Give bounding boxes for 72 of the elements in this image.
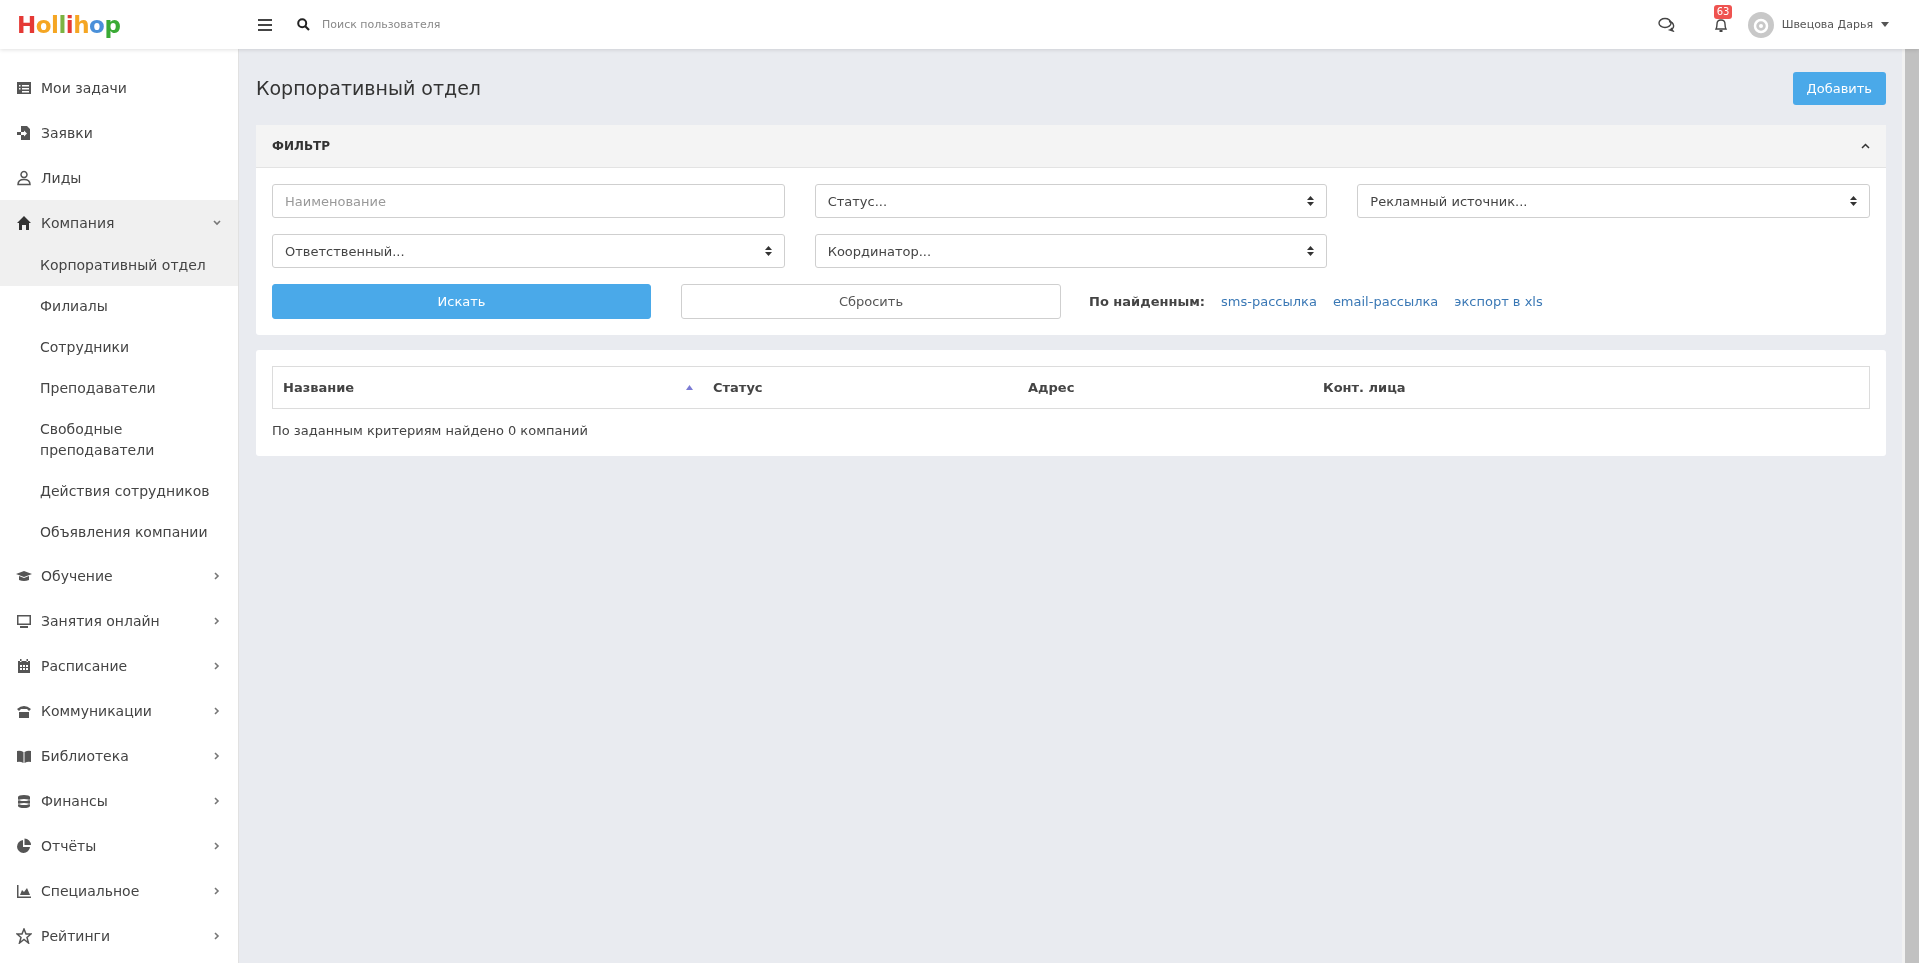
menu-item-icon bbox=[16, 837, 32, 854]
chevron-icon bbox=[213, 706, 221, 715]
sidebar-item[interactable]: Расписание bbox=[0, 643, 238, 688]
menu-item-icon bbox=[16, 612, 32, 629]
submenu-item[interactable]: Филиалы bbox=[0, 286, 238, 327]
logo[interactable]: Hollihop bbox=[0, 11, 238, 38]
page-title: Корпоративный отдел bbox=[256, 77, 481, 99]
sidebar-item[interactable]: Отчёты bbox=[0, 823, 238, 868]
sidebar-item[interactable]: Заявки bbox=[0, 110, 238, 155]
chevron-icon bbox=[213, 931, 221, 940]
submenu-item[interactable]: Корпоративный отдел bbox=[0, 245, 238, 286]
sidebar-item[interactable]: Компания bbox=[0, 200, 238, 245]
action-link[interactable]: email-рассылка bbox=[1332, 294, 1439, 309]
menu-item-icon bbox=[16, 882, 32, 899]
sidebar-item[interactable]: Занятия онлайн bbox=[0, 598, 238, 643]
submenu-item[interactable]: Преподаватели bbox=[0, 368, 238, 409]
submenu-item[interactable]: Свободные преподаватели bbox=[0, 409, 238, 471]
filter-header[interactable]: ФИЛЬТР bbox=[256, 125, 1886, 168]
chevron-icon bbox=[213, 571, 221, 580]
sidebar-item[interactable]: Мои задачи bbox=[0, 65, 238, 110]
user-name[interactable]: Швецова Дарья bbox=[1781, 18, 1873, 31]
column-header[interactable]: Конт. лица bbox=[1313, 380, 1869, 395]
select-field[interactable]: Ответственный... bbox=[272, 234, 785, 268]
submenu-item[interactable]: Действия сотрудников bbox=[0, 471, 238, 512]
menu-item-icon bbox=[16, 169, 32, 186]
chevron-icon bbox=[213, 616, 221, 625]
scrollbar[interactable] bbox=[1902, 49, 1919, 963]
filter-title: ФИЛЬТР bbox=[272, 139, 331, 153]
sidebar-item[interactable]: Специальное bbox=[0, 868, 238, 913]
submenu-item[interactable]: Объявления компании bbox=[0, 512, 238, 553]
sidebar-item[interactable]: Коммуникации bbox=[0, 688, 238, 733]
found-label: По найденным: bbox=[1089, 294, 1206, 309]
search-icon bbox=[297, 18, 310, 31]
menu-icon[interactable] bbox=[258, 18, 272, 31]
sidebar-item[interactable]: Библиотека bbox=[0, 733, 238, 778]
chevron-icon bbox=[213, 218, 221, 227]
notification-badge: 63 bbox=[1713, 4, 1733, 19]
updown-icon bbox=[1307, 196, 1315, 206]
reset-button[interactable]: Сбросить bbox=[681, 284, 1061, 319]
empty-message: По заданным критериям найдено 0 компаний bbox=[272, 423, 589, 438]
action-link[interactable]: sms-рассылка bbox=[1221, 294, 1317, 309]
sidebar-item[interactable]: Обучение bbox=[0, 553, 238, 598]
sidebar-item[interactable]: Лиды bbox=[0, 155, 238, 200]
bell-icon[interactable] bbox=[1713, 16, 1728, 33]
name-field[interactable]: Наименование bbox=[272, 184, 785, 218]
column-header[interactable]: Статус bbox=[703, 380, 1018, 395]
chevron-icon bbox=[213, 661, 221, 670]
menu-item-icon bbox=[16, 79, 32, 96]
chevron-icon bbox=[213, 841, 221, 850]
chevron-icon bbox=[213, 796, 221, 805]
menu-item-icon bbox=[16, 927, 32, 944]
menu-item-icon bbox=[16, 214, 32, 231]
column-header[interactable]: Адрес bbox=[1018, 380, 1313, 395]
updown-icon bbox=[1850, 196, 1857, 206]
action-link[interactable]: экспорт в xls bbox=[1454, 294, 1543, 309]
menu-item-icon bbox=[16, 124, 32, 141]
menu-item-icon bbox=[16, 792, 32, 809]
select-field[interactable]: Рекламный источник... bbox=[1357, 184, 1870, 218]
sidebar-item[interactable]: Рейтинги bbox=[0, 913, 238, 958]
chat-icon[interactable] bbox=[1657, 17, 1676, 32]
select-field[interactable]: Координатор... bbox=[814, 234, 1328, 268]
caret-icon[interactable] bbox=[1881, 22, 1889, 27]
updown-icon bbox=[764, 246, 772, 256]
menu-item-icon bbox=[16, 657, 32, 674]
select-field[interactable]: Статус... bbox=[814, 184, 1328, 218]
submenu-item[interactable]: Сотрудники bbox=[0, 327, 238, 368]
updown-icon bbox=[1307, 246, 1315, 256]
collapse-icon[interactable] bbox=[1861, 143, 1870, 149]
chevron-icon bbox=[213, 886, 221, 895]
chevron-icon bbox=[213, 751, 221, 760]
sidebar-item[interactable]: Финансы bbox=[0, 778, 238, 823]
column-header[interactable]: Название bbox=[273, 380, 703, 395]
